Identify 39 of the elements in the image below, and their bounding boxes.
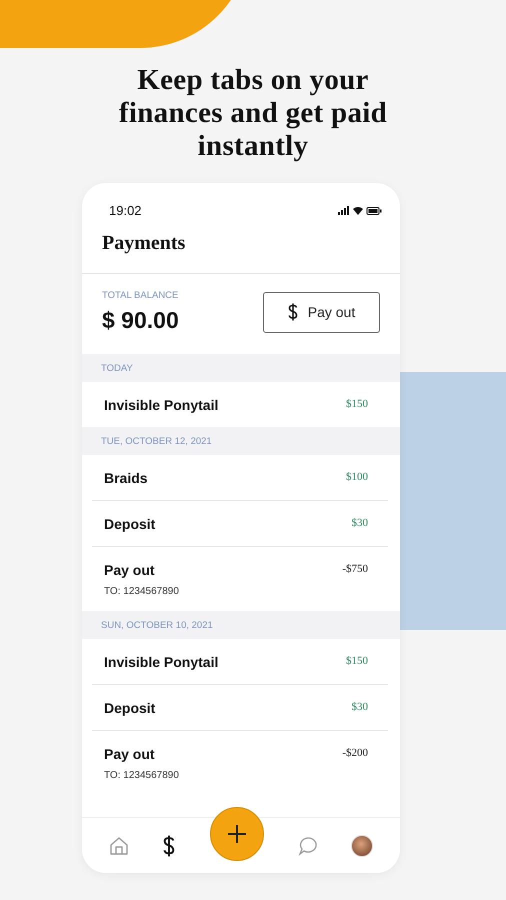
plus-icon xyxy=(226,824,247,844)
transaction-name: Deposit xyxy=(104,700,156,716)
avatar[interactable] xyxy=(351,834,374,856)
balance-label: TOTAL BALANCE xyxy=(102,290,179,301)
date-header: TODAY xyxy=(101,363,133,374)
transaction-amount: $30 xyxy=(352,701,368,713)
transaction-recipient: TO: 1234567890 xyxy=(104,770,179,781)
transaction-amount: $150 xyxy=(346,398,368,410)
screen-title: Payments xyxy=(82,218,400,274)
dollar-icon xyxy=(288,303,298,321)
transaction-row[interactable]: Braids $100 xyxy=(92,455,388,501)
transaction-name: Invisible Ponytail xyxy=(104,397,218,413)
date-header: TUE, OCTOBER 12, 2021 xyxy=(101,436,212,447)
home-icon[interactable] xyxy=(108,836,129,856)
transaction-row[interactable]: Invisible Ponytail $150 xyxy=(92,382,388,427)
chat-icon[interactable] xyxy=(298,836,318,856)
transaction-name: Invisible Ponytail xyxy=(104,654,218,670)
transaction-name: Braids xyxy=(104,470,148,486)
date-header: SUN, OCTOBER 10, 2021 xyxy=(101,620,213,631)
transaction-amount: -$200 xyxy=(342,747,368,759)
status-time: 19:02 xyxy=(109,203,142,218)
balance-amount: $ 90.00 xyxy=(102,307,179,334)
status-icons xyxy=(338,206,382,216)
transaction-recipient: TO: 1234567890 xyxy=(104,586,179,597)
transaction-row[interactable]: Pay out TO: 1234567890 -$750 xyxy=(92,547,388,611)
transaction-name: Pay out xyxy=(104,562,156,578)
transaction-amount: $30 xyxy=(352,517,368,529)
transaction-amount: $150 xyxy=(346,655,368,667)
pay-out-button[interactable]: Pay out xyxy=(263,292,380,332)
transaction-row[interactable]: Invisible Ponytail $150 xyxy=(92,639,388,685)
headline: Keep tabs on your finances and get paid instantly xyxy=(118,64,388,163)
transaction-row[interactable]: Pay out TO: 1234567890 -$200 xyxy=(92,731,388,795)
transaction-amount: -$750 xyxy=(342,563,368,575)
transaction-name: Pay out xyxy=(104,746,156,762)
transaction-name: Deposit xyxy=(104,516,156,532)
transaction-amount: $100 xyxy=(346,471,368,483)
transaction-row[interactable]: Deposit $30 xyxy=(92,501,388,547)
dollar-icon[interactable] xyxy=(162,834,176,856)
transaction-row[interactable]: Deposit $30 xyxy=(92,685,388,731)
